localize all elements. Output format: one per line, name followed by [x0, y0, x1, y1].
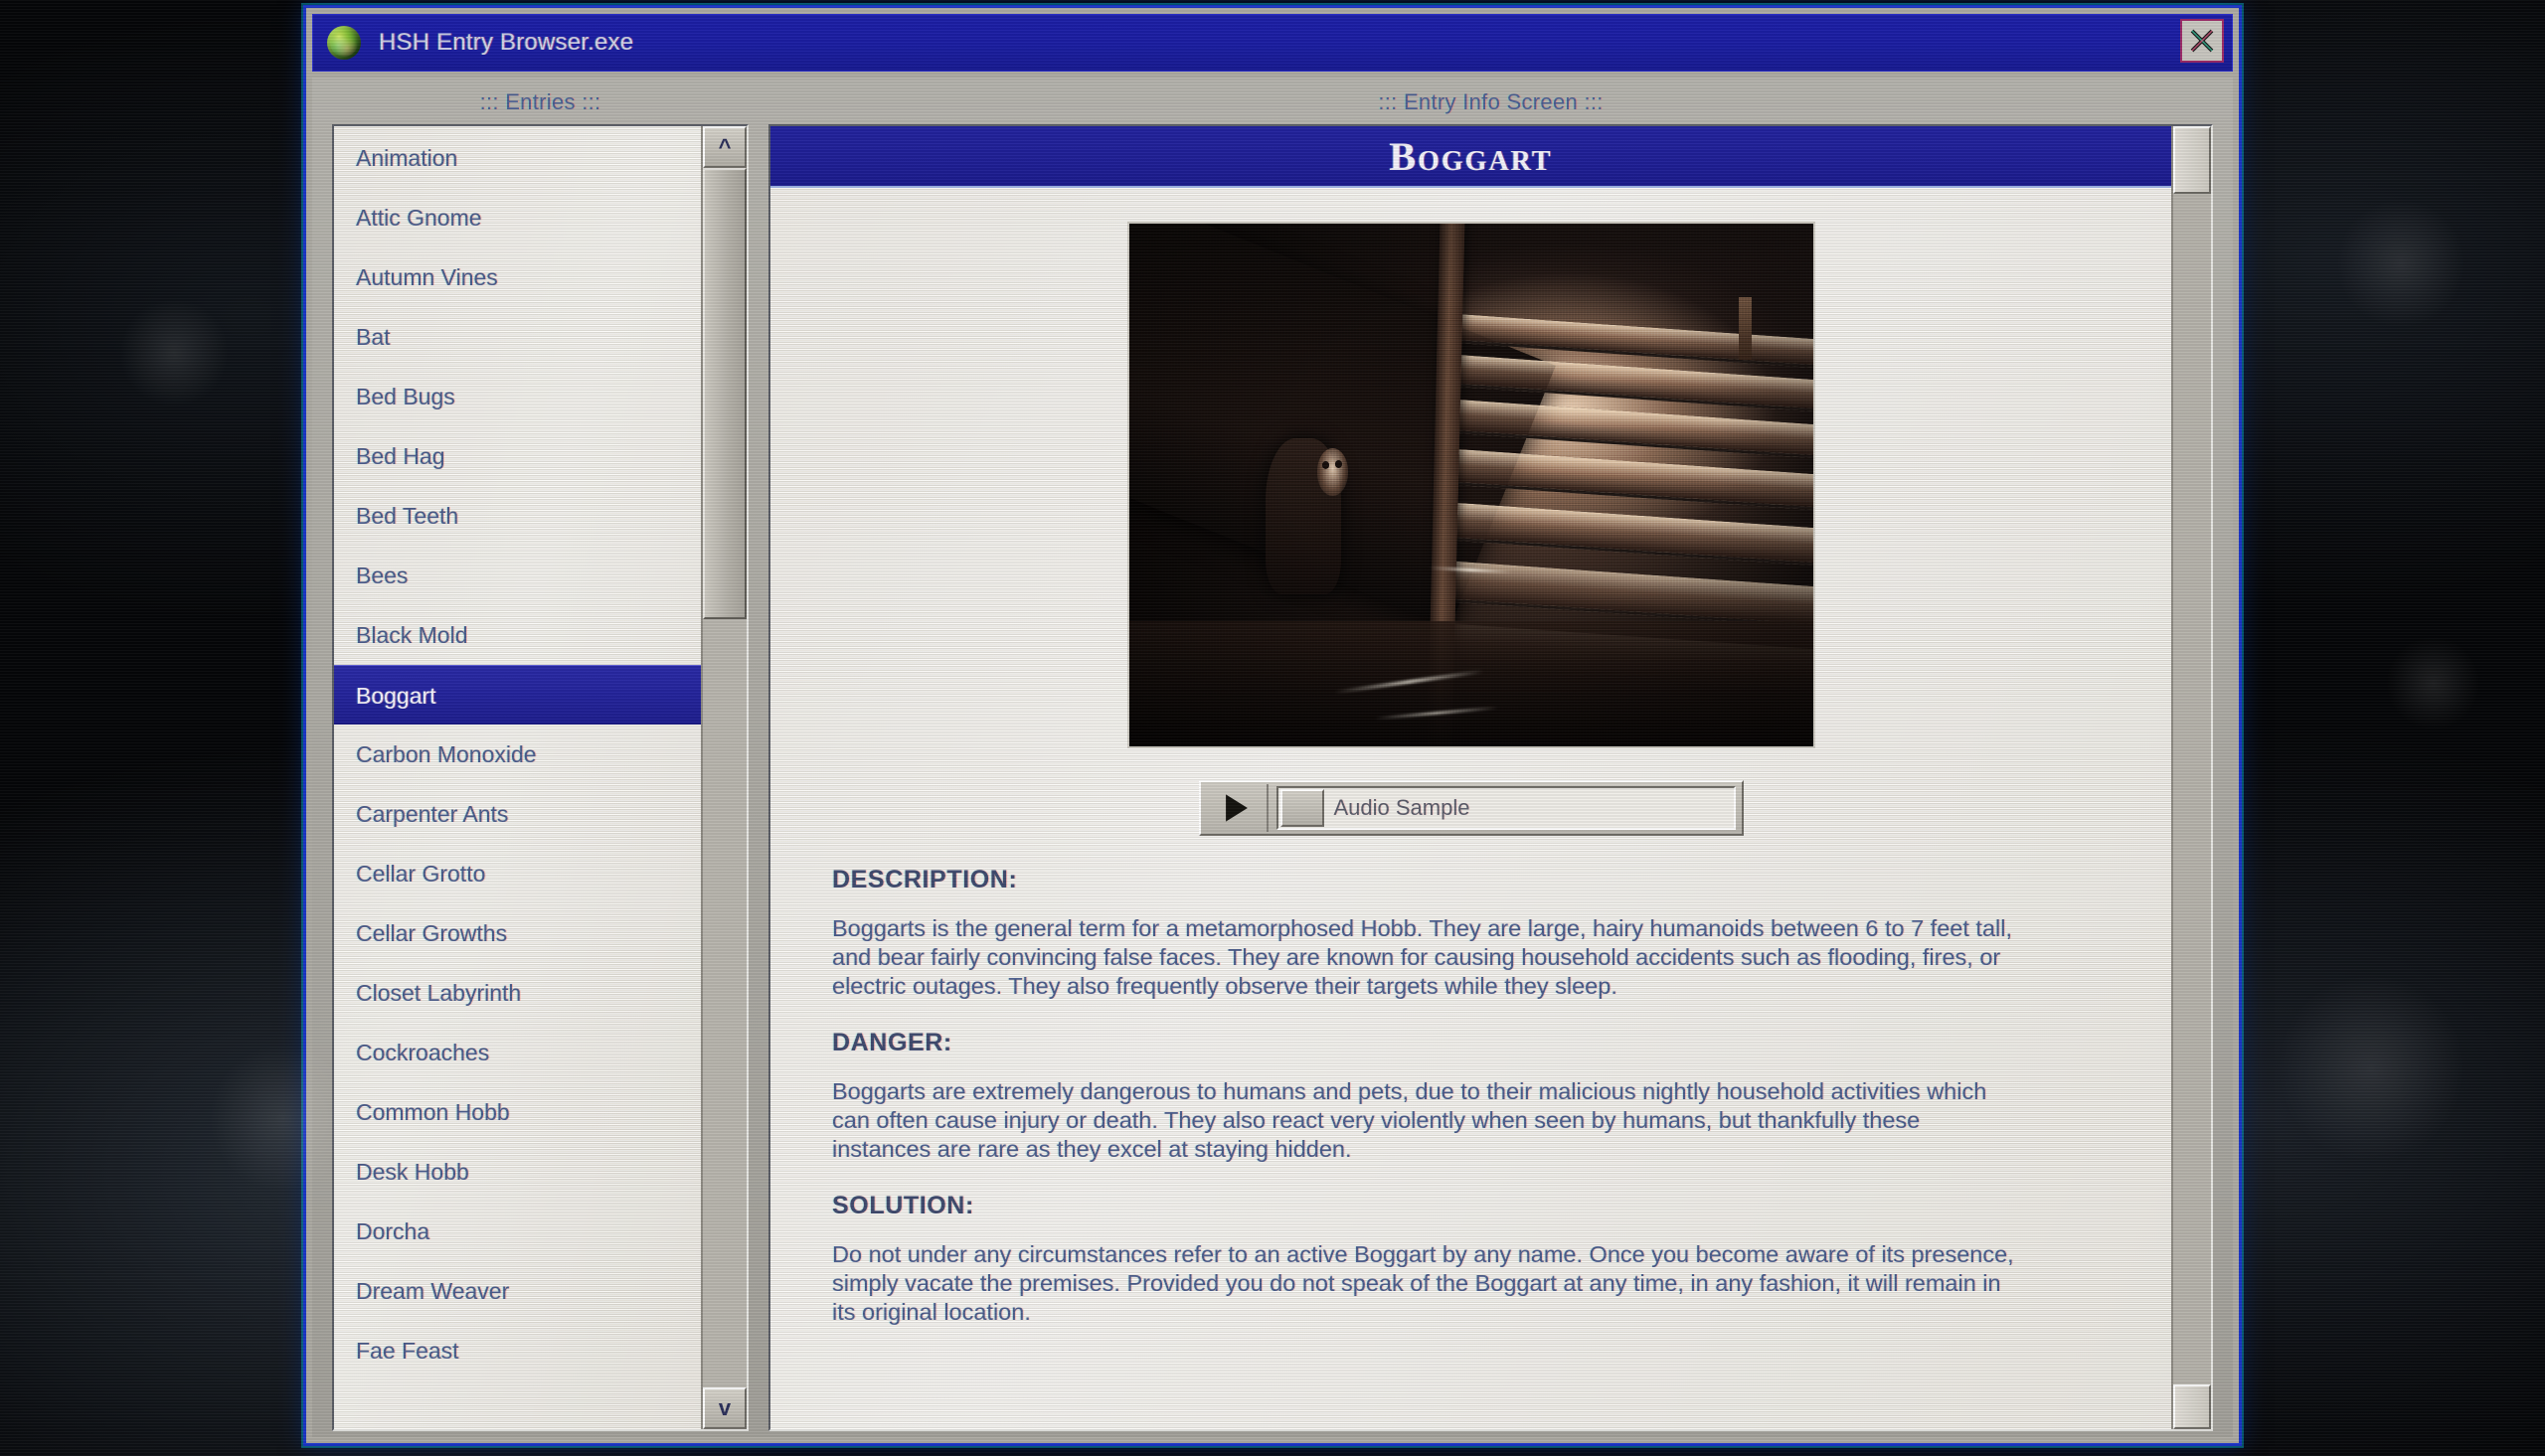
- entry-sections: DESCRIPTION: Boggarts is the general term…: [770, 836, 2171, 1327]
- entry-image-container: [770, 188, 2171, 748]
- entry-list-item[interactable]: Carbon Monoxide: [334, 725, 701, 784]
- entry-list-item[interactable]: Boggart: [334, 665, 701, 725]
- entry-list-item[interactable]: Fae Feast: [334, 1321, 701, 1380]
- entry-list-item[interactable]: Carpenter Ants: [334, 784, 701, 844]
- entry-list-item[interactable]: Closet Labyrinth: [334, 963, 701, 1023]
- entry-list-item[interactable]: Attic Gnome: [334, 188, 701, 247]
- scroll-down-button[interactable]: v: [703, 1387, 747, 1429]
- audio-slider-handle[interactable]: [1279, 789, 1324, 827]
- section-body: Do not under any circumstances refer to …: [832, 1241, 2014, 1325]
- entry-title: Boggart: [1389, 133, 1553, 179]
- entry-list-item[interactable]: Bees: [334, 546, 701, 605]
- entries-scroll-track[interactable]: [703, 168, 747, 1387]
- entry-list-item[interactable]: Bat: [334, 307, 701, 367]
- entries-scroll-thumb[interactable]: [703, 168, 747, 619]
- app-orb-icon: [327, 26, 361, 60]
- dust-speck: [2386, 636, 2480, 730]
- window-titlebar: HSH Entry Browser.exe: [312, 14, 2233, 72]
- section-heading: SOLUTION:: [832, 1192, 974, 1219]
- desktop-backdrop: HSH Entry Browser.exe ::: Entries ::: An…: [0, 0, 2545, 1456]
- audio-row: Audio Sample: [770, 748, 2171, 836]
- close-icon: [2190, 29, 2214, 53]
- entries-list[interactable]: Animation Attic Gnome Autumn Vines Bat Bed B…: [334, 126, 701, 1429]
- entry-list-item[interactable]: Desk Hobb: [334, 1142, 701, 1202]
- entries-scrollbar[interactable]: ^ v: [701, 126, 747, 1429]
- entry-title-bar: Boggart: [770, 126, 2171, 188]
- entry-list-item[interactable]: Cellar Growths: [334, 903, 701, 963]
- entry-list-item[interactable]: Dream Weaver: [334, 1261, 701, 1321]
- section-body: Boggarts is the general term for a metam…: [832, 915, 2012, 999]
- audio-sample-label: Audio Sample: [1333, 795, 1470, 820]
- entry-list-item[interactable]: Cockroaches: [334, 1023, 701, 1082]
- entry-list-item[interactable]: Bed Teeth: [334, 486, 701, 546]
- play-icon: [1225, 794, 1248, 822]
- entry-list-item[interactable]: Autumn Vines: [334, 247, 701, 307]
- application-window: HSH Entry Browser.exe ::: Entries ::: An…: [303, 5, 2242, 1446]
- entry-list-item[interactable]: Animation: [334, 128, 701, 188]
- entry-scroll-content: Audio Sample DESCRIPTION: Boggarts is the…: [770, 188, 2171, 1429]
- entry-list-item[interactable]: Bed Hag: [334, 426, 701, 486]
- entry-info-body: Boggart Audio Sample DESCRIPTION: Boggar…: [770, 126, 2171, 1429]
- entry-info-scrollbar[interactable]: [2171, 126, 2211, 1429]
- entry-info-panel: Boggart Audio Sample DESCRIPTION: Boggar…: [768, 124, 2213, 1431]
- section-heading: DESCRIPTION:: [832, 866, 1018, 893]
- entries-pane: ::: Entries ::: Animation Attic Gnome Autu…: [312, 78, 764, 1437]
- section-body: Boggarts are extremely dangerous to huma…: [832, 1078, 1987, 1162]
- entry-list-item[interactable]: Cellar Grotto: [334, 844, 701, 903]
- entry-photo: [1126, 222, 1815, 748]
- entry-info-pane: ::: Entry Info Screen ::: Boggart Audio …: [764, 78, 2233, 1437]
- entry-list-item[interactable]: Bed Bugs: [334, 367, 701, 426]
- audio-progress-slider[interactable]: Audio Sample: [1275, 786, 1736, 830]
- entry-info-caption: ::: Entry Info Screen :::: [1378, 89, 1604, 114]
- dust-speck: [2277, 974, 2465, 1163]
- section-heading: DANGER:: [832, 1029, 952, 1056]
- entry-list-item[interactable]: Common Hobb: [334, 1082, 701, 1142]
- close-button[interactable]: [2180, 19, 2224, 63]
- dust-speck: [119, 298, 229, 407]
- entries-caption: ::: Entries :::: [479, 89, 601, 114]
- entry-info-scroll-thumb[interactable]: [2173, 126, 2211, 195]
- entry-list-item[interactable]: Dorcha: [334, 1202, 701, 1261]
- scroll-up-button[interactable]: ^: [703, 126, 747, 168]
- dust-speck: [2336, 199, 2465, 328]
- play-button[interactable]: [1207, 784, 1269, 832]
- entry-info-scroll-end[interactable]: [2173, 1384, 2211, 1429]
- entry-list-item[interactable]: Black Mold: [334, 605, 701, 665]
- window-title: HSH Entry Browser.exe: [379, 29, 634, 56]
- window-client-area: ::: Entries ::: Animation Attic Gnome Autu…: [312, 78, 2233, 1437]
- entries-listbox: Animation Attic Gnome Autumn Vines Bat Bed B…: [332, 124, 749, 1431]
- audio-player[interactable]: Audio Sample: [1198, 780, 1744, 836]
